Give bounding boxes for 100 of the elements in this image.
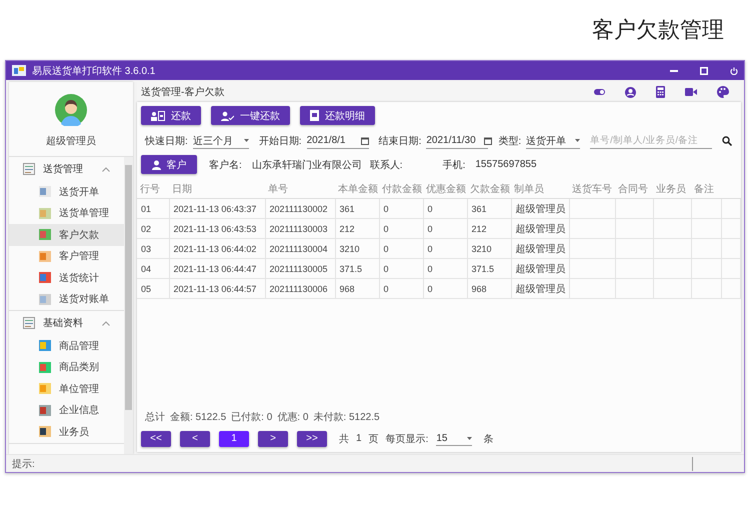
summary-text: 金额: 5122.5: [170, 410, 226, 424]
page-button[interactable]: >: [258, 430, 288, 446]
menu-item[interactable]: 单位管理: [9, 378, 124, 400]
table-cell: 968: [472, 284, 487, 294]
field-label: 每页显示:: [386, 432, 428, 446]
breadcrumb: 送货管理-客户欠款: [141, 86, 224, 99]
summary-text: 已付款: 0: [231, 411, 272, 424]
table-cell: 212: [340, 224, 355, 234]
table-cell: 0: [384, 284, 389, 294]
table-cell: 2021-11-13 06:43:37: [174, 204, 256, 214]
table-cell: 超级管理员: [516, 224, 566, 234]
quick-date-dropdown[interactable]: 近三个月: [192, 134, 249, 148]
toolbar-button[interactable]: 还款明细: [300, 106, 375, 125]
menu-item[interactable]: 企业信息: [9, 400, 124, 421]
menu-group[interactable]: 基础资料: [9, 311, 124, 335]
table-cell: 2021-11-13 06:44:57: [174, 284, 256, 294]
table-cell: 202111130002: [270, 204, 328, 214]
table-cell: 371.5: [472, 264, 494, 274]
start-date-field[interactable]: 2021/8/1: [306, 134, 369, 148]
page-size-dropdown[interactable]: 15: [436, 431, 472, 446]
menu-item[interactable]: 商品类别: [9, 356, 124, 378]
summary-text: 优惠: 0: [277, 410, 308, 424]
table-cell: 202111130006: [270, 284, 328, 294]
table-cell: 0: [384, 204, 389, 214]
field-label: 快速日期:: [145, 134, 188, 148]
field-label: 联系人:: [370, 158, 403, 172]
table-cell: 968: [340, 284, 355, 294]
column-header[interactable]: 业务员: [653, 179, 691, 198]
page-button[interactable]: <: [180, 430, 210, 446]
field-label: 条: [483, 432, 494, 446]
page-title: 客户欠款管理: [592, 16, 724, 44]
table-cell: 超级管理员: [516, 284, 566, 294]
column-header[interactable]: 日期: [169, 179, 265, 198]
menu-item[interactable]: 送货对账单: [9, 288, 124, 310]
page-count-text: 共: [339, 432, 349, 446]
customer-button[interactable]: 客户: [141, 155, 197, 174]
table-cell: 0: [384, 244, 389, 254]
column-header[interactable]: 本单金额: [335, 179, 379, 198]
table-cell: 202111130005: [270, 264, 328, 274]
menu-item[interactable]: 送货开单: [9, 181, 124, 202]
table-cell: 超级管理员: [516, 264, 566, 274]
table-cell: 05: [141, 284, 152, 294]
table-cell: 0: [384, 224, 389, 234]
customer-name: 山东承轩瑞门业有限公司: [252, 158, 362, 172]
table-cell: 0: [428, 284, 433, 294]
table-cell: 01: [141, 204, 152, 214]
table-cell: 0: [428, 244, 433, 254]
column-header[interactable]: 送货车号: [569, 179, 615, 198]
type-dropdown[interactable]: 送货开单: [526, 134, 580, 148]
table-cell: 2021-11-13 06:43:53: [174, 224, 256, 234]
table-cell: 2021-11-13 06:44:47: [174, 264, 256, 274]
phone-number: 15575697855: [475, 159, 537, 170]
table-cell: 2021-11-13 06:44:02: [174, 244, 256, 254]
menu-group[interactable]: 送货管理: [9, 157, 124, 181]
table-cell: 04: [141, 264, 152, 274]
user-name: 超级管理员: [46, 134, 96, 148]
field-label: 结束日期:: [378, 134, 422, 148]
page-button[interactable]: >>: [297, 430, 327, 446]
summary-text: 未付款: 5122.5: [313, 410, 380, 424]
table-cell: 202111130004: [270, 244, 328, 254]
table-cell: 超级管理员: [516, 244, 566, 254]
menu-item[interactable]: 送货统计: [9, 267, 124, 288]
table-cell: 371.5: [340, 264, 362, 274]
field-label: 类型:: [498, 134, 522, 148]
column-header[interactable]: 制单员: [511, 179, 569, 198]
page-button[interactable]: 1: [219, 430, 249, 446]
table-cell: 202111130003: [270, 224, 328, 234]
page-count-text: 1: [356, 433, 362, 444]
page-button[interactable]: <<: [141, 430, 171, 446]
table-cell: 361: [472, 204, 487, 214]
table-cell: 361: [340, 204, 355, 214]
page-count-text: 页: [368, 432, 379, 446]
table-cell: 02: [141, 224, 152, 234]
menu-item[interactable]: 客户管理: [9, 246, 124, 267]
column-header[interactable]: 欠款金额: [467, 179, 511, 198]
menu-item[interactable]: 商品管理: [9, 335, 124, 356]
table-cell: 0: [428, 264, 433, 274]
toolbar-button[interactable]: 还款: [141, 106, 201, 125]
status-hint: 提示:: [12, 458, 35, 470]
table-cell: 超级管理员: [516, 204, 566, 214]
field-label: 客户名:: [209, 158, 242, 172]
toolbar-button[interactable]: 一键还款: [211, 106, 290, 125]
field-label: 开始日期:: [258, 134, 302, 148]
end-date-field[interactable]: 2021/11/30: [426, 134, 488, 148]
table-cell: 3210: [472, 244, 492, 254]
table-cell: 212: [472, 224, 487, 234]
column-header[interactable]: 优惠金额: [423, 179, 467, 198]
column-header[interactable]: 付款金额: [379, 179, 423, 198]
menu-item[interactable]: 客户欠款: [9, 224, 124, 246]
summary-text: 总计: [145, 410, 165, 424]
table-cell: 3210: [340, 244, 360, 254]
field-label: 手机:: [442, 158, 466, 172]
window-title: 易辰送货单打印软件 3.6.0.1: [32, 64, 156, 78]
table-cell: 0: [428, 224, 433, 234]
table-cell: 0: [428, 204, 433, 214]
table-cell: 03: [141, 244, 152, 254]
table-cell: 0: [384, 264, 389, 274]
search-field[interactable]: 单号/制单人/业务员/备注: [590, 134, 712, 148]
menu-item[interactable]: 业务员: [9, 421, 124, 442]
menu-item[interactable]: 送货单管理: [9, 202, 124, 224]
